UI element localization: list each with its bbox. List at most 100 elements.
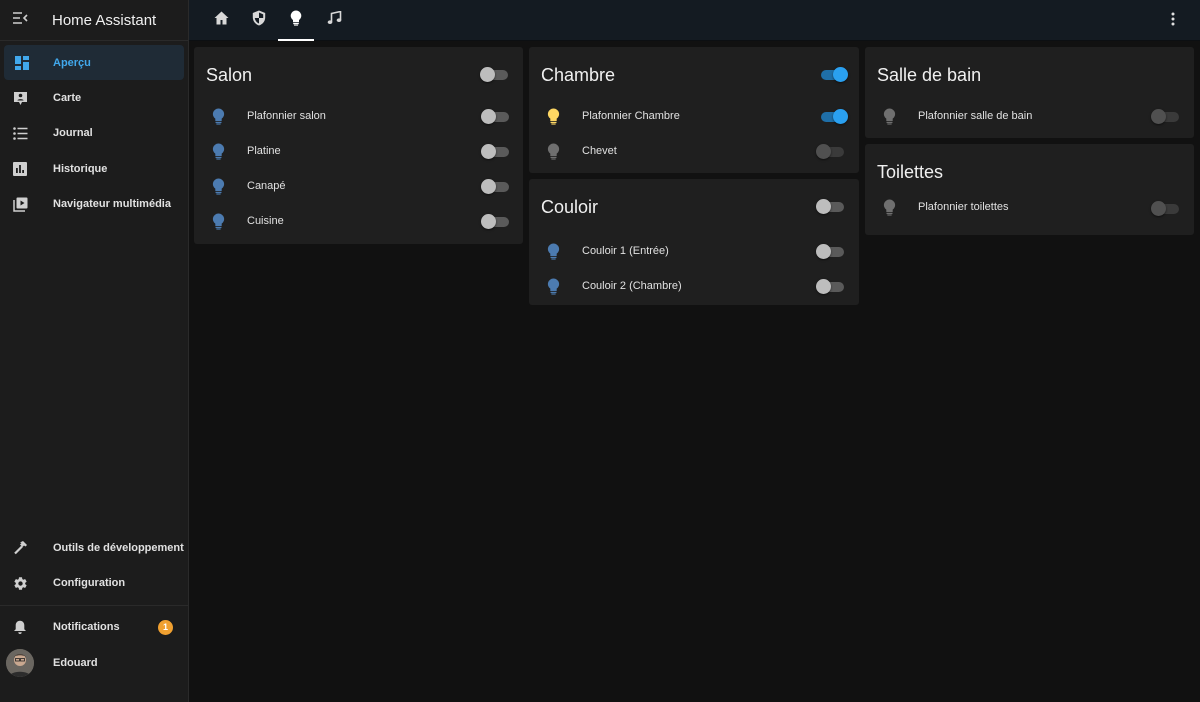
cog-icon <box>0 576 40 591</box>
bell-icon <box>0 620 40 635</box>
entity-toggle[interactable] <box>481 109 509 124</box>
tab-music[interactable] <box>316 0 352 41</box>
music-icon <box>327 10 342 30</box>
user-name: Edouard <box>53 656 98 669</box>
entity-name: Plafonnier salle de bain <box>918 110 1033 122</box>
sidebar-bottom: Outils de développement Configuration No… <box>0 530 188 681</box>
entity-name: Platine <box>247 145 281 157</box>
sidebar-item-label: Outils de développement <box>53 541 184 554</box>
card-toilettes: Toilettes Plafonnier toilettes <box>865 144 1194 235</box>
card-header-toggle[interactable] <box>480 67 508 82</box>
shield-icon <box>252 10 266 31</box>
entity-name: Couloir 2 (Chambre) <box>582 280 682 292</box>
lightbulb-icon <box>883 199 896 221</box>
lightbulb-icon <box>547 243 560 265</box>
card-salon: Salon Plafonnier salon Platine Canapé Cu… <box>194 47 523 244</box>
entity-row[interactable]: Cuisine <box>194 204 523 239</box>
avatar <box>6 648 34 677</box>
menu-collapse-button[interactable] <box>0 0 40 41</box>
app-title: Home Assistant <box>52 11 157 29</box>
sidebar-nav: Aperçu Carte Journal Historique Navigate… <box>0 41 188 222</box>
card-salle-de-bain: Salle de bain Plafonnier salle de bain <box>865 47 1194 138</box>
menu-open-icon <box>12 11 28 30</box>
entity-row[interactable]: Canapé <box>194 169 523 204</box>
sidebar-item-label: Navigateur multimédia <box>53 198 171 211</box>
card-title: Couloir <box>541 197 599 217</box>
lightbulb-icon <box>883 108 896 130</box>
entity-row[interactable]: Couloir 1 (Entrée) <box>529 234 859 269</box>
sidebar-item-notifications[interactable]: Notifications 1 <box>0 610 188 645</box>
more-options-button[interactable] <box>1164 12 1182 30</box>
sidebar-item-developer-tools[interactable]: Outils de développement <box>0 530 188 565</box>
format-list-bulleted-icon <box>0 127 40 140</box>
lightbulb-icon <box>547 278 560 300</box>
entity-row[interactable]: Plafonnier toilettes <box>865 190 1194 225</box>
card-header-toggle[interactable] <box>819 67 848 82</box>
sidebar-item-label: Carte <box>53 92 82 105</box>
chart-box-icon <box>0 161 40 176</box>
lightbulb-icon <box>547 108 560 130</box>
card-couloir: Couloir Couloir 1 (Entrée) Couloir 2 (Ch… <box>529 179 859 305</box>
card-title: Salon <box>206 65 253 85</box>
entity-row[interactable]: Chevet <box>529 134 859 169</box>
entity-toggle[interactable] <box>816 279 844 294</box>
hammer-icon <box>0 540 40 555</box>
sidebar-item-historique[interactable]: Historique <box>0 151 188 186</box>
sidebar-item-label: Configuration <box>53 577 126 590</box>
card-chambre: Chambre Plafonnier Chambre Chevet <box>529 47 859 173</box>
sidebar-item-configuration[interactable]: Configuration <box>0 565 188 600</box>
sidebar-divider <box>0 604 188 606</box>
entity-name: Chevet <box>582 145 617 157</box>
sidebar-item-label: Notifications <box>53 621 120 634</box>
card-header-toggle[interactable] <box>816 199 844 214</box>
entity-row[interactable]: Platine <box>194 134 523 169</box>
lightbulb-icon <box>212 143 225 165</box>
entity-toggle[interactable] <box>481 144 509 159</box>
tab-home[interactable] <box>203 0 239 41</box>
sidebar-header: Home Assistant <box>0 0 188 41</box>
sidebar-item-label: Aperçu <box>53 56 91 69</box>
entity-toggle[interactable] <box>481 179 509 194</box>
entity-row[interactable]: Plafonnier salle de bain <box>865 99 1194 134</box>
entity-name: Plafonnier toilettes <box>918 201 1009 213</box>
entity-toggle[interactable] <box>1151 109 1179 124</box>
sidebar-item-carte[interactable]: Carte <box>0 80 188 115</box>
top-toolbar <box>189 0 1200 41</box>
card-title: Chambre <box>541 65 616 85</box>
sidebar-item-navigateur-multimedia[interactable]: Navigateur multimédia <box>0 187 188 222</box>
entity-toggle[interactable] <box>819 109 848 124</box>
avatar-wrapper <box>0 648 40 677</box>
lightbulb-icon <box>290 10 302 31</box>
entity-row[interactable]: Couloir 2 (Chambre) <box>529 269 859 304</box>
entity-toggle[interactable] <box>816 244 844 259</box>
entity-name: Plafonnier Chambre <box>582 110 680 122</box>
dots-vertical-icon <box>1171 12 1175 31</box>
notification-count-badge: 1 <box>158 619 173 635</box>
entity-row[interactable]: Plafonnier Chambre <box>529 99 859 134</box>
sidebar-item-label: Historique <box>53 162 108 175</box>
lightbulb-icon <box>212 213 225 235</box>
entity-name: Canapé <box>247 180 286 192</box>
sidebar-item-journal[interactable]: Journal <box>0 116 188 151</box>
entity-name: Couloir 1 (Entrée) <box>582 245 669 257</box>
view-dashboard-icon <box>4 55 40 70</box>
home-icon <box>214 11 229 30</box>
sidebar-item-user[interactable]: Edouard <box>0 645 188 680</box>
play-box-multiple-icon <box>0 197 40 212</box>
card-title: Salle de bain <box>877 65 982 85</box>
lightbulb-icon <box>212 108 225 130</box>
tab-security[interactable] <box>241 0 277 41</box>
tab-lights[interactable] <box>278 0 314 41</box>
entity-toggle[interactable] <box>481 214 509 229</box>
entity-row[interactable]: Plafonnier salon <box>194 99 523 134</box>
sidebar-item-apercu[interactable]: Aperçu <box>4 45 184 81</box>
map-account-icon <box>0 91 40 106</box>
sidebar-item-label: Journal <box>53 127 93 140</box>
lightbulb-icon <box>547 143 560 165</box>
entity-toggle[interactable] <box>816 144 844 159</box>
lightbulb-icon <box>212 178 225 200</box>
entity-name: Plafonnier salon <box>247 110 326 122</box>
entity-name: Cuisine <box>247 215 284 227</box>
card-title: Toilettes <box>877 162 944 182</box>
entity-toggle[interactable] <box>1151 201 1179 216</box>
